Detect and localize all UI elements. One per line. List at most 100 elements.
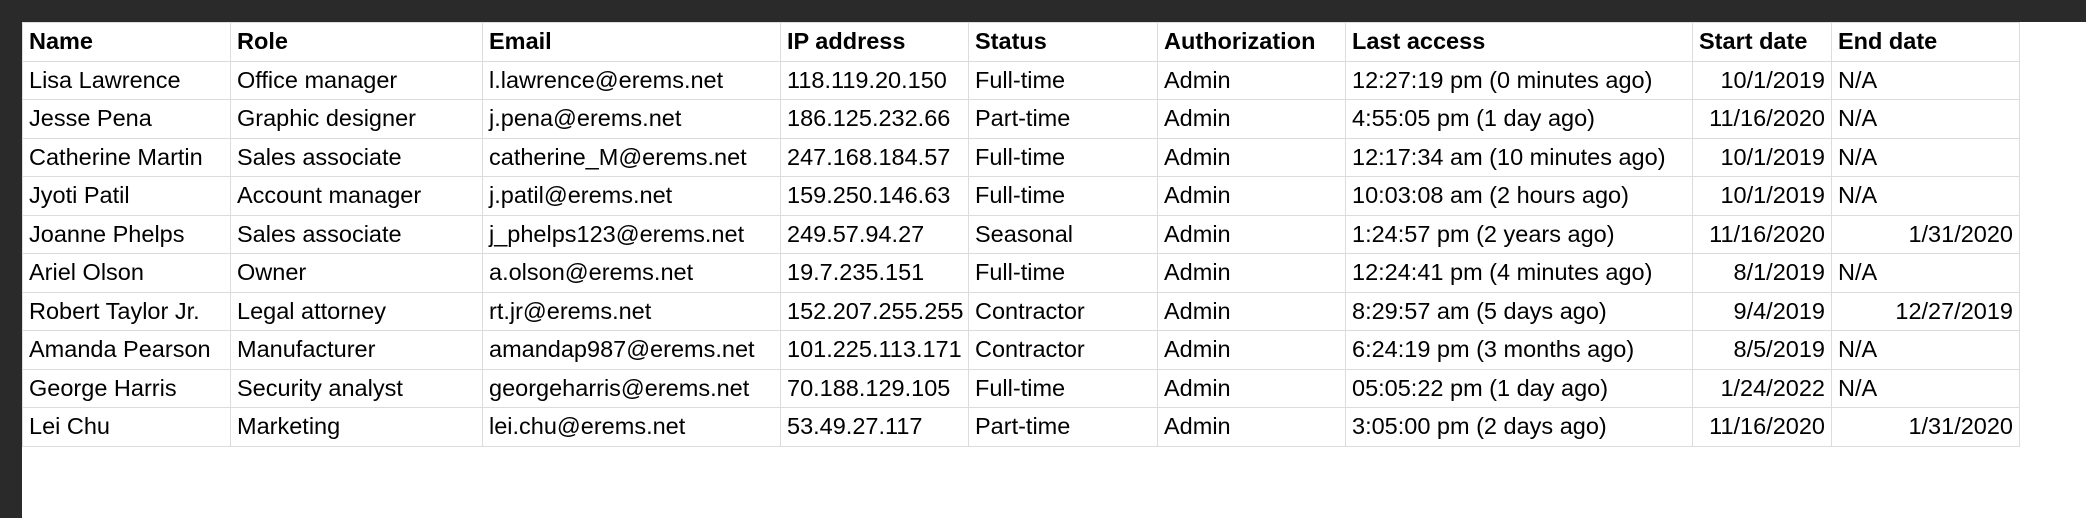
column-header-last[interactable]: Last access [1345, 22, 1693, 62]
cell-status[interactable]: Contractor [968, 330, 1158, 370]
cell-name[interactable]: Catherine Martin [22, 137, 231, 177]
cell-start[interactable]: 11/16/2020 [1692, 407, 1832, 447]
cell-auth[interactable]: Admin [1157, 176, 1346, 216]
cell-last[interactable]: 10:03:08 am (2 hours ago) [1345, 176, 1693, 216]
cell-email[interactable]: lei.chu@erems.net [482, 407, 781, 447]
cell-name[interactable]: Ariel Olson [22, 253, 231, 293]
cell-email[interactable]: catherine_M@erems.net [482, 137, 781, 177]
cell-name[interactable]: Lisa Lawrence [22, 60, 231, 100]
cell-start[interactable]: 10/1/2019 [1692, 60, 1832, 100]
cell-start[interactable]: 10/1/2019 [1692, 176, 1832, 216]
cell-email[interactable]: amandap987@erems.net [482, 330, 781, 370]
cell-start[interactable]: 10/1/2019 [1692, 137, 1832, 177]
cell-name[interactable]: Amanda Pearson [22, 330, 231, 370]
cell-auth[interactable]: Admin [1157, 368, 1346, 408]
cell-ip[interactable]: 152.207.255.255 [780, 291, 969, 331]
cell-start[interactable]: 8/1/2019 [1692, 253, 1832, 293]
cell-end[interactable]: 12/27/2019 [1831, 291, 2020, 331]
cell-role[interactable]: Owner [230, 253, 483, 293]
cell-email[interactable]: rt.jr@erems.net [482, 291, 781, 331]
cell-role[interactable]: Manufacturer [230, 330, 483, 370]
cell-last[interactable]: 1:24:57 pm (2 years ago) [1345, 214, 1693, 254]
cell-name[interactable]: George Harris [22, 368, 231, 408]
cell-end[interactable]: N/A [1831, 176, 2020, 216]
cell-ip[interactable]: 118.119.20.150 [780, 60, 969, 100]
cell-email[interactable]: j_phelps123@erems.net [482, 214, 781, 254]
cell-start[interactable]: 8/5/2019 [1692, 330, 1832, 370]
cell-status[interactable]: Part-time [968, 99, 1158, 139]
cell-start[interactable]: 9/4/2019 [1692, 291, 1832, 331]
cell-status[interactable]: Part-time [968, 407, 1158, 447]
cell-last[interactable]: 3:05:00 pm (2 days ago) [1345, 407, 1693, 447]
cell-name[interactable]: Jesse Pena [22, 99, 231, 139]
cell-last[interactable]: 12:17:34 am (10 minutes ago) [1345, 137, 1693, 177]
cell-role[interactable]: Sales associate [230, 137, 483, 177]
cell-end[interactable]: N/A [1831, 330, 2020, 370]
cell-status[interactable]: Contractor [968, 291, 1158, 331]
cell-role[interactable]: Account manager [230, 176, 483, 216]
cell-start[interactable]: 11/16/2020 [1692, 99, 1832, 139]
cell-ip[interactable]: 70.188.129.105 [780, 368, 969, 408]
cell-name[interactable]: Lei Chu [22, 407, 231, 447]
cell-end[interactable]: N/A [1831, 137, 2020, 177]
cell-status[interactable]: Seasonal [968, 214, 1158, 254]
cell-status[interactable]: Full-time [968, 60, 1158, 100]
cell-status[interactable]: Full-time [968, 137, 1158, 177]
table-row: Ariel Olson Owner a.olson@erems.net 19.7.23… [22, 253, 2020, 293]
cell-last[interactable]: 8:29:57 am (5 days ago) [1345, 291, 1693, 331]
cell-auth[interactable]: Admin [1157, 291, 1346, 331]
cell-last[interactable]: 12:27:19 pm (0 minutes ago) [1345, 60, 1693, 100]
cell-email[interactable]: a.olson@erems.net [482, 253, 781, 293]
cell-ip[interactable]: 186.125.232.66 [780, 99, 969, 139]
cell-role[interactable]: Sales associate [230, 214, 483, 254]
column-header-end[interactable]: End date [1831, 22, 2020, 62]
column-header-role[interactable]: Role [230, 22, 483, 62]
cell-auth[interactable]: Admin [1157, 137, 1346, 177]
column-header-status[interactable]: Status [968, 22, 1158, 62]
column-header-auth[interactable]: Authorization [1157, 22, 1346, 62]
cell-auth[interactable]: Admin [1157, 330, 1346, 370]
column-header-ip[interactable]: IP address [780, 22, 969, 62]
cell-last[interactable]: 6:24:19 pm (3 months ago) [1345, 330, 1693, 370]
cell-name[interactable]: Robert Taylor Jr. [22, 291, 231, 331]
cell-end[interactable]: 1/31/2020 [1831, 407, 2020, 447]
cell-auth[interactable]: Admin [1157, 407, 1346, 447]
cell-end[interactable]: N/A [1831, 99, 2020, 139]
cell-status[interactable]: Full-time [968, 176, 1158, 216]
column-header-email[interactable]: Email [482, 22, 781, 62]
cell-role[interactable]: Graphic designer [230, 99, 483, 139]
cell-email[interactable]: j.pena@erems.net [482, 99, 781, 139]
cell-end[interactable]: N/A [1831, 60, 2020, 100]
cell-ip[interactable]: 101.225.113.171 [780, 330, 969, 370]
cell-auth[interactable]: Admin [1157, 60, 1346, 100]
column-header-start[interactable]: Start date [1692, 22, 1832, 62]
cell-ip[interactable]: 247.168.184.57 [780, 137, 969, 177]
cell-name[interactable]: Joanne Phelps [22, 214, 231, 254]
cell-email[interactable]: l.lawrence@erems.net [482, 60, 781, 100]
cell-role[interactable]: Legal attorney [230, 291, 483, 331]
cell-ip[interactable]: 19.7.235.151 [780, 253, 969, 293]
cell-end[interactable]: N/A [1831, 368, 2020, 408]
cell-ip[interactable]: 159.250.146.63 [780, 176, 969, 216]
cell-role[interactable]: Security analyst [230, 368, 483, 408]
cell-end[interactable]: 1/31/2020 [1831, 214, 2020, 254]
cell-last[interactable]: 4:55:05 pm (1 day ago) [1345, 99, 1693, 139]
cell-status[interactable]: Full-time [968, 368, 1158, 408]
column-header-name[interactable]: Name [22, 22, 231, 62]
cell-role[interactable]: Marketing [230, 407, 483, 447]
cell-auth[interactable]: Admin [1157, 253, 1346, 293]
cell-last[interactable]: 12:24:41 pm (4 minutes ago) [1345, 253, 1693, 293]
cell-name[interactable]: Jyoti Patil [22, 176, 231, 216]
cell-status[interactable]: Full-time [968, 253, 1158, 293]
cell-end[interactable]: N/A [1831, 253, 2020, 293]
cell-ip[interactable]: 249.57.94.27 [780, 214, 969, 254]
cell-ip[interactable]: 53.49.27.117 [780, 407, 969, 447]
cell-start[interactable]: 1/24/2022 [1692, 368, 1832, 408]
cell-auth[interactable]: Admin [1157, 99, 1346, 139]
cell-last[interactable]: 05:05:22 pm (1 day ago) [1345, 368, 1693, 408]
cell-start[interactable]: 11/16/2020 [1692, 214, 1832, 254]
cell-role[interactable]: Office manager [230, 60, 483, 100]
cell-auth[interactable]: Admin [1157, 214, 1346, 254]
cell-email[interactable]: georgeharris@erems.net [482, 368, 781, 408]
cell-email[interactable]: j.patil@erems.net [482, 176, 781, 216]
